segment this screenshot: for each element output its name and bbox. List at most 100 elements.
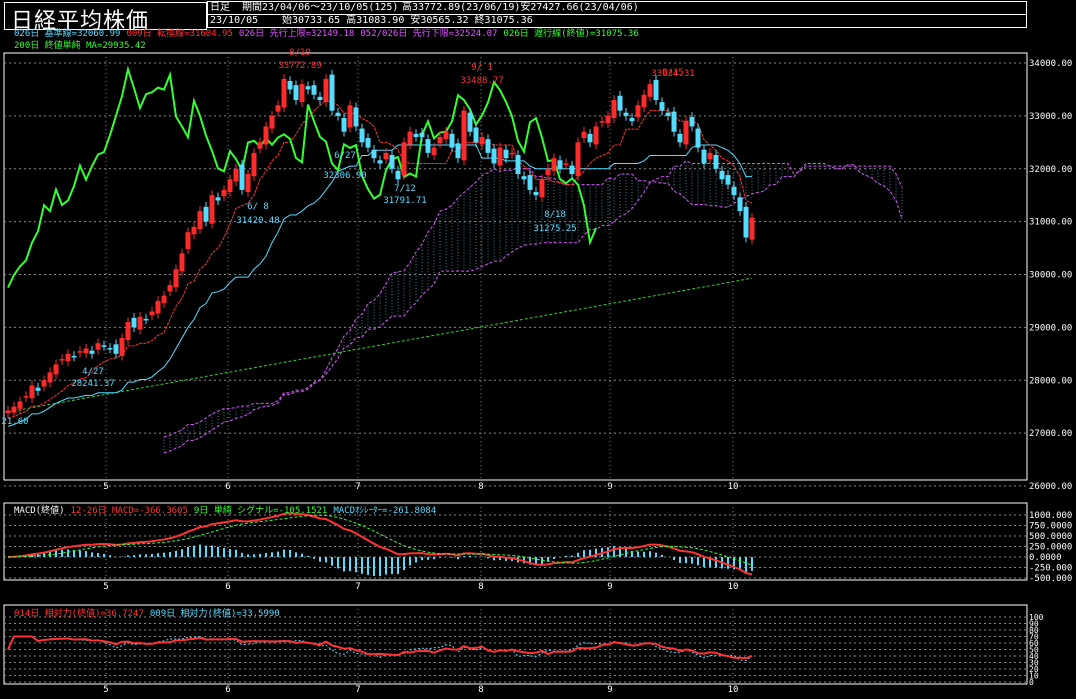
candle-body [227,179,233,193]
candle-body [647,84,653,97]
candle-body [341,117,347,132]
extreme-value-label: 33634.31 [651,69,694,79]
candle-body [293,85,299,101]
candle-body [173,269,179,288]
macd-legend: MACD(終値) 12-26日 MACD=-366.3605 9日 単純 シグナル=… [14,506,442,517]
panel-frame [3,52,1028,481]
candle-body [605,115,611,124]
candle-body [449,133,455,148]
candle-body [671,111,677,132]
candle-body [401,142,407,176]
candle-body [233,168,239,182]
month-tick-label: 7 [355,482,360,492]
candle-body [191,226,197,235]
candle-body [377,160,383,164]
candle-body [197,211,203,230]
candle-body [665,112,671,116]
extreme-value-label: 32306.90 [323,171,366,181]
candle-body [503,149,509,159]
info-row-period: 日足 期間23/04/06〜23/10/05(125) 高33772.89(23… [207,1,1027,15]
tenkan-line [7,99,753,419]
candle-body [371,149,377,159]
candle-body [89,350,95,354]
extreme-value-label: 28241.37 [71,379,114,389]
price-tick-label: 29000.00 [1029,323,1072,333]
candle-body [563,163,569,165]
candle-body [149,311,155,316]
price-tick-label: 26000.00 [1029,482,1072,492]
candle-body [131,317,137,328]
month-tick-label: 8 [478,582,483,592]
candle-body [137,316,143,330]
extreme-value-label: 33488.77 [460,76,503,86]
candle-body [737,197,743,212]
rsi-item: 009日 相対力(終値)=33.5990 [149,609,280,619]
month-tick-label: 6 [225,482,230,492]
candle-body [221,189,227,197]
candle-body [329,74,335,111]
candle-body [701,149,707,164]
candle-body [179,253,185,272]
month-tick-label: 5 [103,582,108,592]
candle-body [335,112,341,116]
period-label: 日足 [210,2,230,13]
candle-body [263,126,269,145]
extreme-value-label: 31791.71 [383,196,426,206]
price-tick-label: 31000.00 [1029,218,1072,228]
candle-body [695,128,701,148]
macd-item: 12-26日 MACD=-366.3605 [70,506,188,516]
rsi-legend: 014日 相対力(終値)=36.7247 009日 相対力(終値)=33.5990 [14,609,286,620]
month-tick-label: 9 [607,685,612,695]
candle-body [659,102,665,111]
candle-body [167,285,173,292]
candle-body [683,121,689,145]
macd-tick-label: 1000.000 [1029,511,1072,521]
candle-body [185,232,191,250]
extreme-date-label: 9/ 1 [471,63,493,73]
info-date: 23/10/05 [210,15,259,26]
candle-body [407,131,413,145]
price-tick-label: 28000.00 [1029,376,1072,386]
candle-body [71,355,77,358]
candle-body [719,170,725,180]
month-tick-label: 6 [225,685,230,695]
candle-body [5,410,11,414]
candle-body [497,147,503,166]
candle-body [431,147,437,156]
candle-body [713,155,719,169]
candle-body [689,116,695,127]
candle-body [47,372,53,383]
extreme-date-label: 6/27 [334,151,356,161]
candle-body [653,79,659,101]
month-tick-label: 8 [478,685,483,695]
candle-body [587,133,593,143]
candle-body [83,348,89,354]
month-tick-label: 5 [103,685,108,695]
month-tick-label: 9 [607,482,612,492]
candle-body [629,117,635,122]
month-tick-label: 7 [355,685,360,695]
candle-body [23,396,29,398]
info-row-ohlc: 23/10/05 始30733.65 高31083.90 安30565.32 終… [207,14,1027,28]
extreme-value-label: 31275.25 [533,224,576,234]
period-high-low: 高33772.89(23/06/19)安27427.66(23/04/06) [402,2,639,13]
candle-body [125,322,131,341]
main_row2-item: 200日 終値単純 MA=29935.42 [14,41,146,51]
extreme-value-label: 31420.48 [236,216,279,226]
candle-body [479,137,485,145]
price-tick-label: 34000.00 [1029,59,1072,69]
main_row1-item: 026日 遅行線(終値)=31075.36 [503,29,639,39]
extreme-date-label: 6/ 8 [247,202,269,212]
candle-body [749,217,755,240]
candle-body [29,385,35,399]
month-tick-label: 10 [728,685,739,695]
candle-body [461,110,467,161]
candle-body [101,345,107,347]
candle-body [17,401,23,409]
candle-body [437,137,443,144]
extreme-date-label: 21.60 [1,417,28,427]
candle-body [269,115,275,129]
candle-body [215,197,221,201]
candle-body [281,78,287,108]
candle-body [557,160,563,169]
